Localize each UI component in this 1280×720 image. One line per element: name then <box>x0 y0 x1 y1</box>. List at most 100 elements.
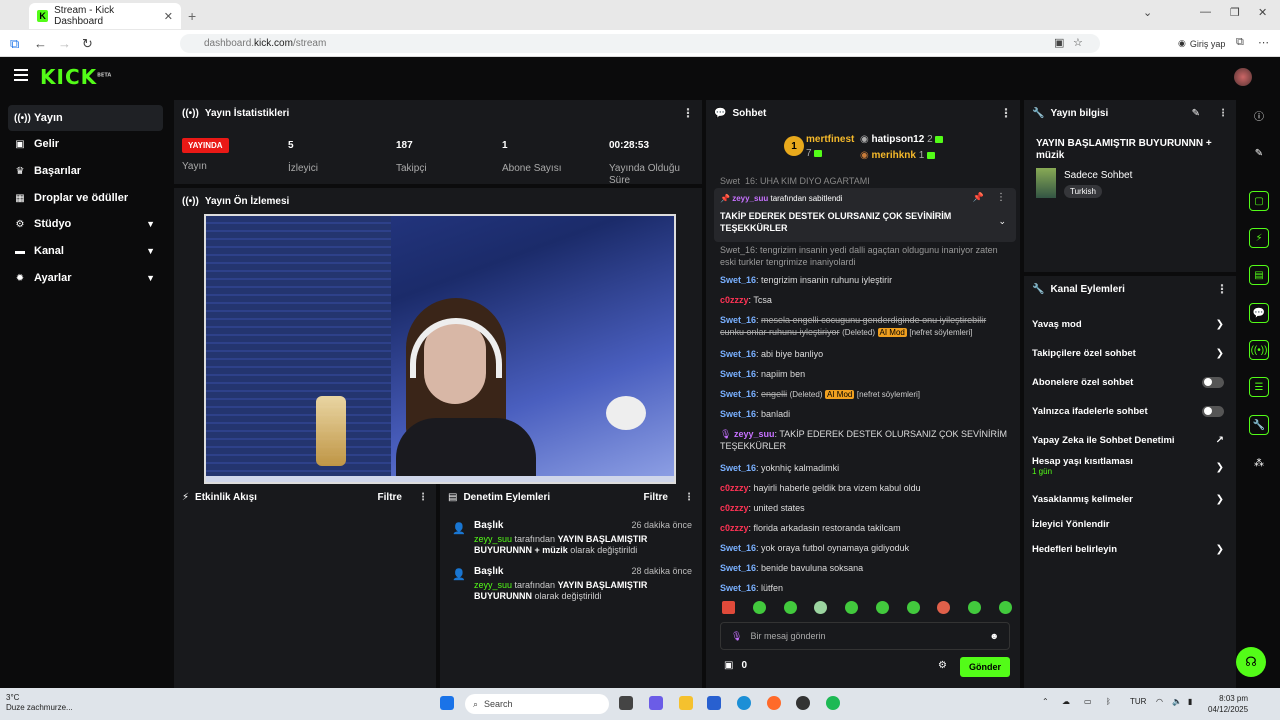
volume-icon[interactable]: 🔈 <box>1172 697 1182 706</box>
sidebar-item-basarilar[interactable]: ♛ Başarılar <box>8 158 163 184</box>
chat-username[interactable]: c0zzzy <box>720 523 749 533</box>
hamburger-menu-icon[interactable] <box>14 69 28 81</box>
battery-icon[interactable]: ▮ <box>1188 697 1192 706</box>
chat-username[interactable]: c0zzzy <box>720 295 749 305</box>
list-icon[interactable]: ☰ <box>1249 377 1269 397</box>
chevron-down-icon[interactable]: ⌄ <box>998 216 1006 227</box>
close-tab-icon[interactable]: ✕ <box>164 10 173 23</box>
account-age-item[interactable]: Hesap yaşı kısıtlaması 1 gün ❯ <box>1032 456 1224 484</box>
cloud-icon[interactable]: ☁ <box>1062 697 1070 706</box>
firefox-icon[interactable] <box>767 696 781 710</box>
send-button[interactable]: Gönder <box>960 657 1010 677</box>
filter-button[interactable]: Filtre <box>644 492 668 503</box>
avatar[interactable] <box>1234 68 1252 86</box>
emote-icon[interactable] <box>722 601 735 614</box>
clock[interactable]: 8:03 pm 04/12/2025 <box>1208 693 1248 715</box>
channel-points[interactable]: ▣ 0 <box>724 660 747 671</box>
subscribers-only-toggle[interactable] <box>1202 376 1224 388</box>
bolt-icon[interactable]: ⚡ <box>1249 228 1269 248</box>
menu-dots-icon[interactable]: ⋯ <box>1258 36 1269 49</box>
video-preview[interactable] <box>204 214 676 484</box>
slow-mode-item[interactable]: Yavaş mod ❯ <box>1032 314 1224 334</box>
sidebar-item-yayin[interactable]: ((•)) Yayın <box>8 105 163 131</box>
bookmark-star-icon[interactable]: ☆ <box>1073 36 1083 49</box>
maximize-button[interactable]: ❐ <box>1230 6 1240 19</box>
taskbar-search[interactable]: ⌕ Search <box>465 694 609 714</box>
bluetooth-icon[interactable]: ᛒ <box>1106 697 1111 706</box>
screen-capture-icon[interactable]: ▣ <box>1054 36 1064 49</box>
workspace-icon[interactable]: ⧉ <box>10 36 19 52</box>
shapes-icon[interactable]: ⁂ <box>1249 453 1269 473</box>
browser-tab[interactable]: K Stream - Kick Dashboard ✕ <box>29 3 181 29</box>
forward-button[interactable]: → <box>58 36 71 51</box>
file-explorer-icon[interactable] <box>679 696 693 710</box>
more-options-icon[interactable]: ⋮ <box>684 492 694 503</box>
emotes-only-toggle[interactable] <box>1202 405 1224 417</box>
clip-icon[interactable]: ▢ <box>1249 191 1269 211</box>
more-options-icon[interactable]: ⋮ <box>682 106 694 120</box>
chat-username[interactable]: Swet_16 <box>720 409 756 419</box>
more-options-icon[interactable]: ⋮ <box>1000 106 1012 120</box>
edit-pencil-icon[interactable]: ✎ <box>1249 143 1269 163</box>
edge-icon[interactable] <box>737 696 751 710</box>
tab-search-icon[interactable]: ⌄ <box>1143 6 1152 19</box>
edit-pencil-icon[interactable]: ✎ <box>1192 108 1200 119</box>
chat-username[interactable]: Swet_16 <box>720 389 756 399</box>
language-indicator[interactable]: TUR <box>1130 697 1146 706</box>
sidebar-item-droplar[interactable]: ▦ Droplar ve ödüller <box>8 185 163 211</box>
more-options-icon[interactable]: ⋮ <box>1218 108 1228 119</box>
support-headset-icon[interactable]: ☊ <box>1236 647 1266 677</box>
new-tab-button[interactable]: + <box>188 8 196 24</box>
emote-icon[interactable] <box>937 601 951 614</box>
sidebar-item-ayarlar[interactable]: ✹ Ayarlar ▼ <box>8 265 163 291</box>
more-options-icon[interactable]: ⋮ <box>996 192 1006 203</box>
row-user[interactable]: zeyy_suu <box>474 534 512 544</box>
sidebar-item-kanal[interactable]: ▬ Kanal ▼ <box>8 238 163 264</box>
leader-3[interactable]: ◉ merihknk 1 <box>860 150 936 161</box>
chat-username[interactable]: Swet_16 <box>720 563 756 573</box>
followers-only-item[interactable]: Takipçilere özel sohbet ❯ <box>1032 343 1224 363</box>
emote-icon[interactable] <box>783 601 797 614</box>
kick-logo[interactable]: KICKBETA <box>40 65 111 89</box>
chat-username[interactable]: c0zzzy <box>720 503 749 513</box>
emote-icon[interactable] <box>998 601 1012 614</box>
tray-chevron-icon[interactable]: ⌃ <box>1042 697 1049 706</box>
more-options-icon[interactable]: ⋮ <box>418 492 428 503</box>
task-view-icon[interactable] <box>619 696 633 710</box>
reload-button[interactable]: ↻ <box>82 36 93 52</box>
weather-widget[interactable]: 3°C Duze zachmurze... <box>6 693 73 713</box>
sidebar-item-gelir[interactable]: ▣ Gelir <box>8 131 163 157</box>
chat-username[interactable]: Swet_16 <box>720 543 756 553</box>
chat-bubble-icon[interactable]: 💬 <box>1249 303 1269 323</box>
emote-icon[interactable] <box>968 601 982 614</box>
leader-2[interactable]: ◉ hatipson12 2 <box>860 134 944 145</box>
chrome-icon[interactable] <box>796 696 810 710</box>
wifi-icon[interactable]: ◠ <box>1156 697 1163 706</box>
chat-username[interactable]: Swet_16 <box>720 463 756 473</box>
back-button[interactable]: ← <box>34 36 47 51</box>
more-options-icon[interactable]: ⋮ <box>1216 282 1228 296</box>
set-goals-item[interactable]: Hedefleri belirleyin ❯ <box>1032 539 1224 559</box>
wrench-icon[interactable]: 🔧 <box>1249 415 1269 435</box>
emote-icon[interactable] <box>845 601 859 614</box>
sidebar-item-studyo[interactable]: ⚙ Stüdyo ▼ <box>8 211 163 237</box>
emote-icon[interactable] <box>752 601 766 614</box>
info-icon[interactable]: ⓘ <box>1249 105 1269 125</box>
category-name[interactable]: Sadece Sohbet <box>1064 170 1132 181</box>
teams-icon[interactable] <box>649 696 663 710</box>
chat-settings-gear-icon[interactable]: ⚙ <box>938 660 947 671</box>
display-icon[interactable]: ▭ <box>1084 697 1092 706</box>
leader-name[interactable]: mertfinest <box>806 134 854 145</box>
row-user[interactable]: zeyy_suu <box>474 580 512 590</box>
raid-item[interactable]: İzleyici Yönlendir <box>1032 514 1224 534</box>
chat-username[interactable]: Swet_16 <box>720 275 756 285</box>
banned-words-item[interactable]: Yasaklanmış kelimeler ❯ <box>1032 489 1224 509</box>
emote-icon[interactable] <box>875 601 889 614</box>
filter-button[interactable]: Filtre <box>378 492 402 503</box>
document-icon[interactable]: ▤ <box>1249 265 1269 285</box>
chat-username[interactable]: zeyy_suu <box>734 429 775 439</box>
chat-username[interactable]: Swet_16 <box>720 315 756 325</box>
profile-button[interactable]: ◉ Giriş yap <box>1172 34 1231 53</box>
chat-input[interactable]: 🎙 Bir mesaj gönderin ☻ <box>720 622 1010 650</box>
chat-username[interactable]: Swet_16 <box>720 349 756 359</box>
